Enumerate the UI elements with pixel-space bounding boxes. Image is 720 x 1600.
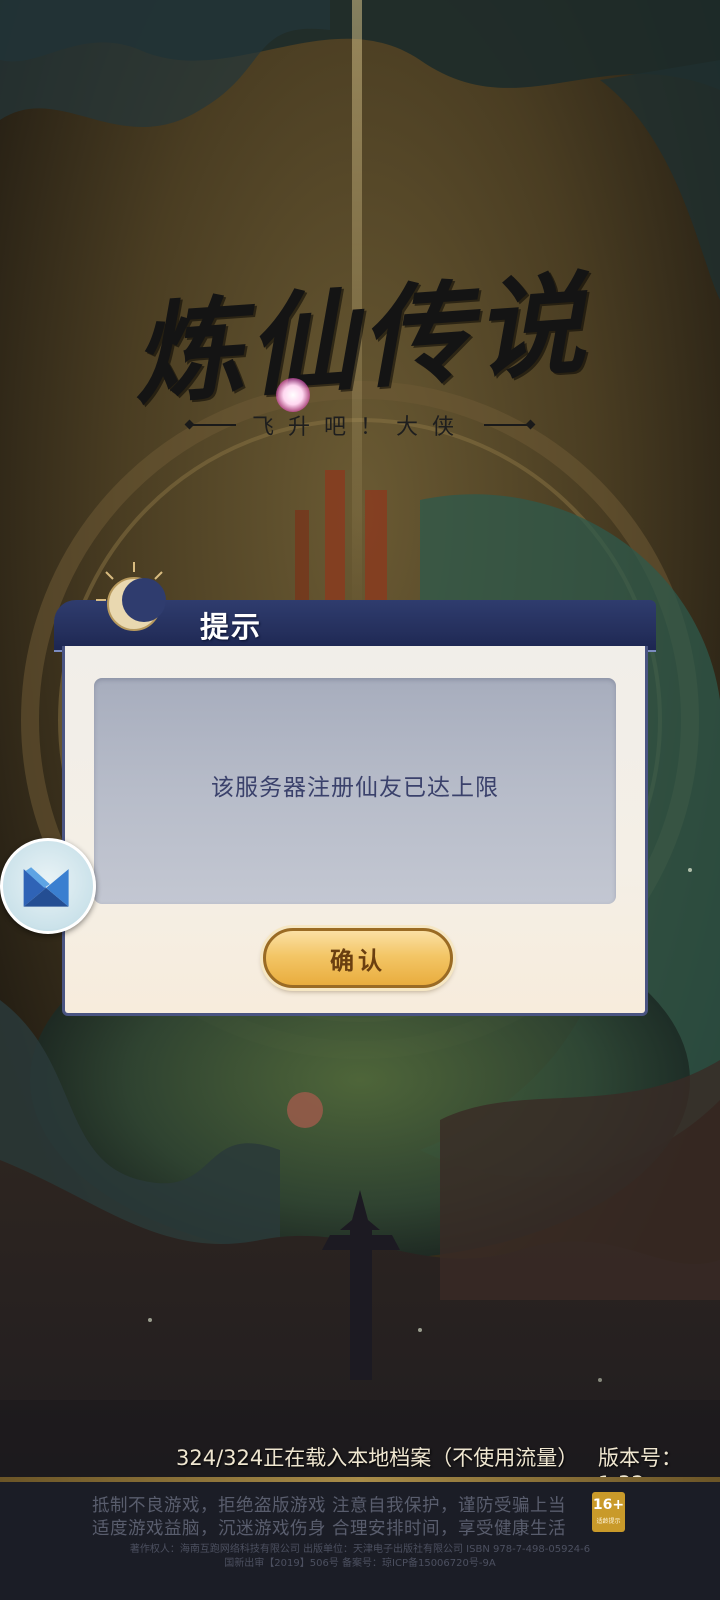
- age-rating-badge: 16+ 适龄提示: [592, 1492, 625, 1532]
- health-notice-line-2: 适度游戏益脑，沉迷游戏伤身 合理安排时间，享受健康生活: [92, 1519, 567, 1539]
- logo-subtitle: 飞升吧！大侠: [252, 415, 469, 440]
- copyright-line-2: 国新出审【2019】506号 备案号：琼ICP备15006720号-9A: [224, 1558, 496, 1569]
- copyright-line-1: 著作权人：海南互跑网络科技有限公司 出版单位：天津电子出版社有限公司 ISBN …: [129, 1544, 591, 1555]
- loading-status-row: 324/324正在载入本地档案（不使用流量） 版本号：1.32: [0, 1440, 720, 1496]
- moon-ornament-icon: [96, 562, 166, 631]
- floating-assistant-button[interactable]: [0, 838, 96, 934]
- notice-dialog: 提示 该服务器注册仙友已达上限 确认: [50, 560, 660, 1020]
- dialog-message-panel: 该服务器注册仙友已达上限: [94, 678, 616, 904]
- dialog-title: 提示: [200, 610, 263, 644]
- game-logo: 炼仙传说 飞升吧！大侠: [100, 250, 620, 450]
- logo-divider-left: [190, 424, 236, 426]
- sparkle-icon: [276, 378, 310, 412]
- age-rating-subtext: 适龄提示: [596, 1518, 621, 1525]
- health-notice-line-1: 抵制不良游戏，拒绝盗版游戏 注意自我保护，谨防受骗上当: [92, 1496, 567, 1516]
- logo-k-icon: [23, 867, 69, 907]
- confirm-button-label: 确认: [330, 946, 386, 975]
- logo-title: 炼仙传说: [128, 259, 593, 420]
- logo-divider-right: [484, 424, 531, 426]
- confirm-button[interactable]: 确认: [263, 928, 453, 988]
- game-screen: 炼仙传说 飞升吧！大侠 提示 该服务器注册仙友已达上限 确认 324/324正在…: [0, 0, 720, 1600]
- logo-subtitle-row: 飞升吧！大侠: [190, 410, 531, 440]
- health-notice-footer: 抵制不良游戏，拒绝盗版游戏 注意自我保护，谨防受骗上当 适度游戏益脑，沉迷游戏伤…: [0, 1482, 720, 1600]
- dialog-message: 该服务器注册仙友已达上限: [211, 775, 499, 801]
- age-rating-text: 16+: [592, 1497, 625, 1513]
- loading-status-text: 324/324正在载入本地档案（不使用流量）: [176, 1446, 579, 1470]
